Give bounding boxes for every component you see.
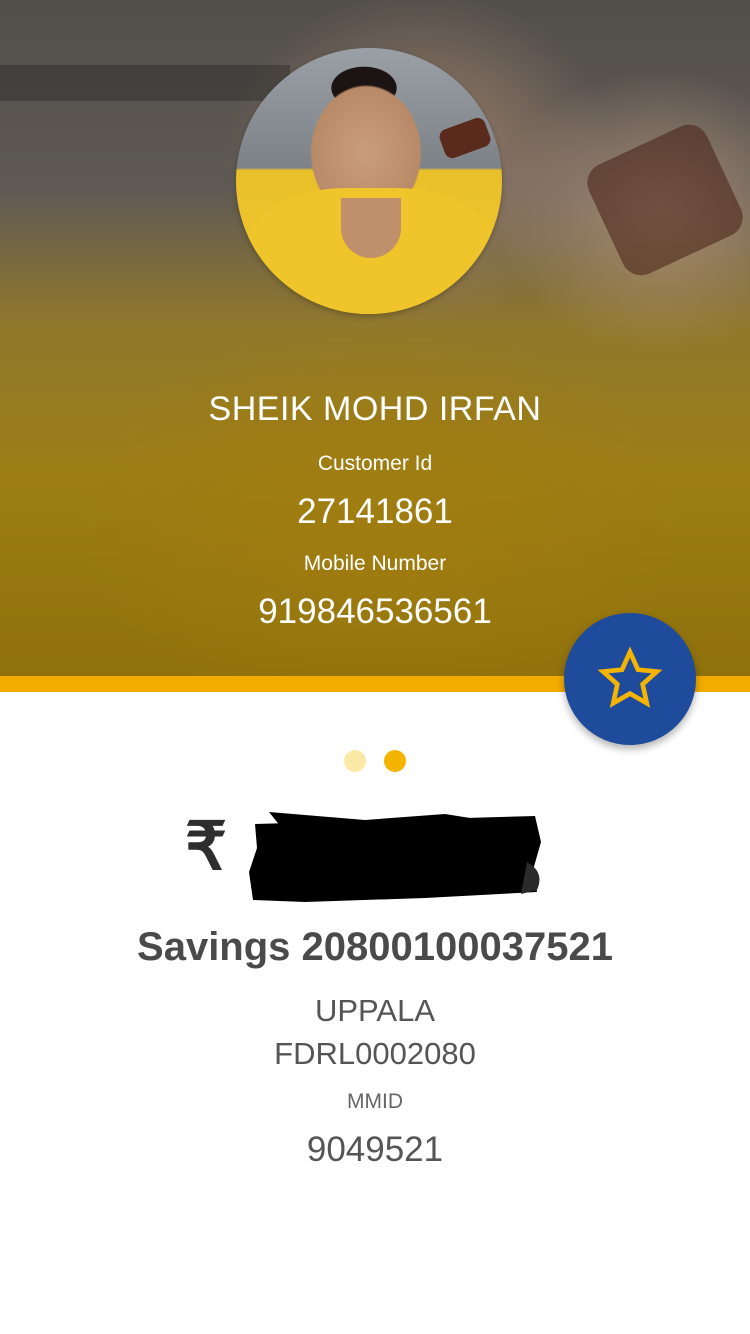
star-icon bbox=[597, 646, 663, 708]
account-title: Savings 20800100037521 bbox=[137, 925, 613, 969]
customer-name: SHEIK MOHD IRFAN bbox=[208, 390, 542, 428]
customer-id-value: 27141861 bbox=[297, 492, 453, 531]
avatar-detail bbox=[437, 115, 493, 161]
ifsc-code: FDRL0002080 bbox=[274, 1036, 476, 1071]
page-indicator bbox=[0, 750, 750, 772]
mmid-label: MMID bbox=[347, 1090, 403, 1113]
account-balance: ₹ bbox=[185, 808, 565, 908]
redacted-balance bbox=[249, 812, 541, 902]
mmid-value: 9049521 bbox=[306, 1130, 444, 1169]
page-dot-active[interactable] bbox=[384, 750, 406, 772]
rupee-icon: ₹ bbox=[185, 809, 227, 883]
page-dot[interactable] bbox=[344, 750, 366, 772]
profile-header: SHEIK MOHD IRFAN Customer Id 27141861 Mo… bbox=[0, 0, 750, 676]
mobile-number-label: Mobile Number bbox=[303, 552, 447, 575]
customer-id-label: Customer Id bbox=[317, 452, 433, 475]
avatar[interactable] bbox=[236, 48, 502, 314]
branch-name: UPPALA bbox=[314, 993, 436, 1028]
favorite-button[interactable] bbox=[564, 613, 696, 745]
avatar-detail bbox=[341, 198, 401, 258]
